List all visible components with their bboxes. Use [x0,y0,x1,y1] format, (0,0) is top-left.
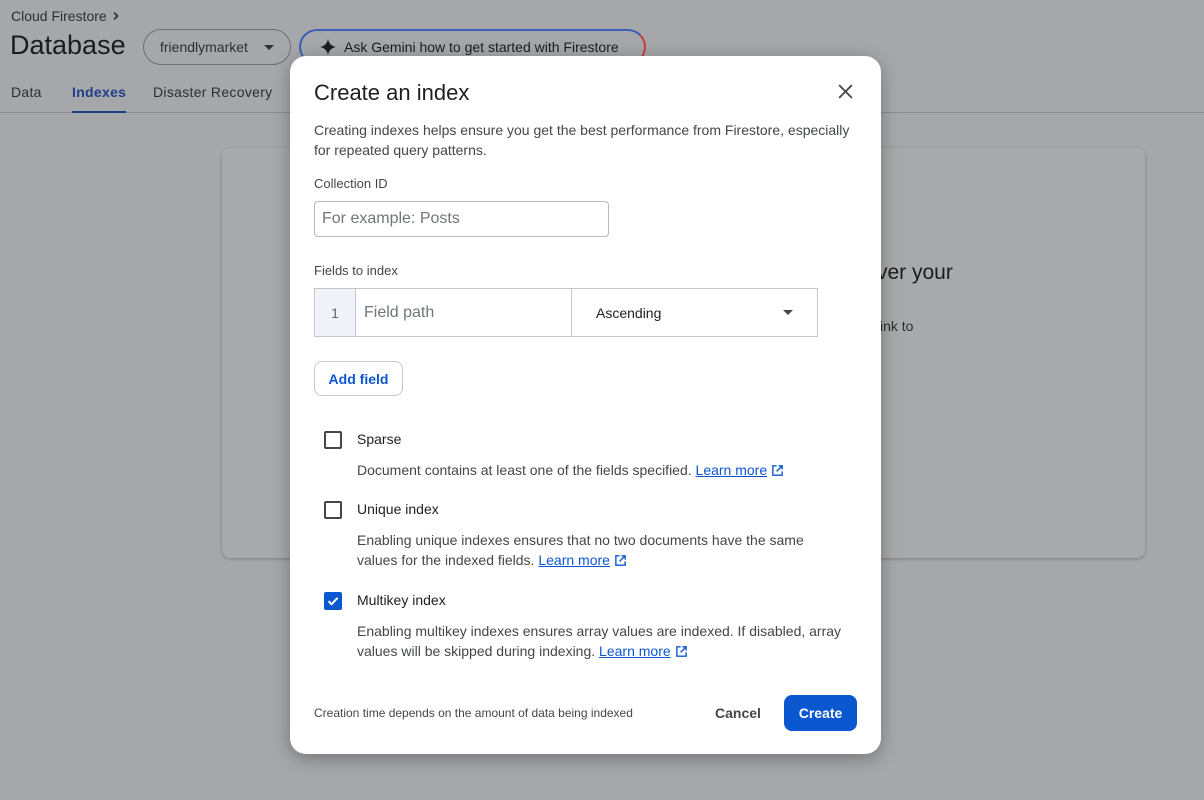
unique-index-option-description: Enabling unique indexes ensures that no … [357,530,847,570]
collection-id-label: Collection ID [314,176,388,191]
fields-to-index-label: Fields to index [314,263,398,278]
tab-indexes[interactable]: Indexes [72,84,127,113]
external-link-icon [675,646,687,657]
multikey-index-checkbox[interactable] [324,592,342,610]
sparse-checkbox[interactable] [324,431,342,449]
dropdown-arrow-icon [783,310,793,315]
create-button[interactable]: Create [784,695,857,731]
gemini-sparkle-icon [319,38,337,56]
database-selector[interactable]: friendlymarket [143,29,291,65]
sparse-learn-more-link[interactable]: Learn more [696,462,785,478]
card-heading-fragment: ver your [877,261,953,284]
dialog-description: Creating indexes helps ensure you get th… [314,122,850,158]
sparse-option-description: Document contains at least one of the fi… [357,460,847,480]
cancel-button[interactable]: Cancel [704,696,772,729]
ask-gemini-label: Ask Gemini how to get started with Fires… [344,39,619,55]
dialog-title: Create an index [314,80,470,105]
add-field-button[interactable]: Add field [314,361,403,396]
close-icon [837,83,853,99]
database-selector-value: friendlymarket [160,39,248,55]
checkmark-icon [327,597,339,606]
unique-index-learn-more-link[interactable]: Learn more [538,552,627,568]
field-order-select[interactable]: Ascending [572,289,817,336]
creation-time-note: Creation time depends on the amount of d… [314,706,633,720]
unique-index-checkbox[interactable] [324,501,342,519]
page-title: Database [10,30,126,60]
multikey-index-learn-more-link[interactable]: Learn more [599,643,688,659]
field-row-number: 1 [315,289,356,336]
external-link-icon [772,465,783,476]
breadcrumb-label[interactable]: Cloud Firestore [11,8,107,24]
card-text-fragment: ink to [880,318,914,334]
sparse-option-title: Sparse [357,431,402,447]
learn-more-label: Learn more [599,643,671,659]
tab-disaster-recovery[interactable]: Disaster Recovery [153,84,272,113]
field-order-value: Ascending [596,304,662,321]
multikey-index-option-description: Enabling multikey indexes ensures array … [357,621,847,661]
external-link-icon [615,555,626,566]
sparse-description-text: Document contains at least one of the fi… [357,462,692,478]
chevron-right-icon [113,11,119,21]
collection-id-input[interactable] [314,201,609,237]
field-path-input[interactable] [356,289,572,336]
learn-more-label: Learn more [695,462,768,478]
learn-more-label: Learn more [538,552,610,568]
create-index-dialog: Create an index Creating indexes helps e… [290,56,881,754]
dropdown-arrow-icon [264,44,274,50]
field-row: 1 Ascending [314,288,818,337]
multikey-index-option-title: Multikey index [357,592,446,608]
unique-index-option-title: Unique index [357,501,439,517]
breadcrumb[interactable]: Cloud Firestore [11,8,121,24]
close-button[interactable] [832,78,858,104]
tab-data[interactable]: Data [11,84,42,113]
